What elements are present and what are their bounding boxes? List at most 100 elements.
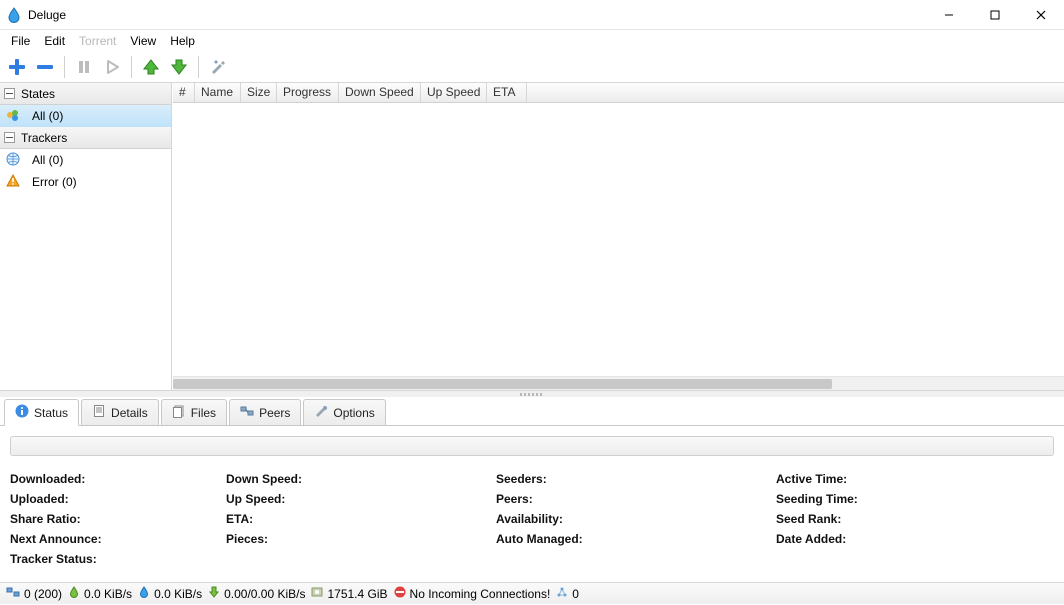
sidebar-states-label: States xyxy=(21,87,55,101)
status-down-value: 0.0 KiB/s xyxy=(84,587,132,601)
sidebar-trackers-all[interactable]: All (0) xyxy=(0,149,171,171)
statusbar: 0 (200) 0.0 KiB/s 0.0 KiB/s 0.00/0.00 Ki… xyxy=(0,582,1064,604)
sidebar: States All (0) Trackers All (0) Error (0… xyxy=(0,83,172,390)
status-up[interactable]: 0.0 KiB/s xyxy=(138,586,202,601)
menu-view[interactable]: View xyxy=(123,32,163,50)
toolbar-separator xyxy=(64,56,65,78)
resume-button[interactable] xyxy=(99,54,125,80)
tab-peers-label: Peers xyxy=(259,406,290,420)
field-downloaded: Downloaded: xyxy=(10,472,226,486)
status-warning-text: No Incoming Connections! xyxy=(410,587,551,601)
status-dht-value: 0 xyxy=(572,587,579,601)
no-entry-icon xyxy=(394,586,406,601)
field-seeders: Seeders: xyxy=(496,472,776,486)
menu-torrent: Torrent xyxy=(72,32,123,50)
field-eta: ETA: xyxy=(226,512,496,526)
sidebar-trackers-all-label: All (0) xyxy=(32,153,63,167)
tab-peers[interactable]: Peers xyxy=(229,399,301,425)
sidebar-trackers-error[interactable]: Error (0) xyxy=(0,171,171,193)
field-next-announce: Next Announce: xyxy=(10,532,226,546)
toolbar-separator xyxy=(131,56,132,78)
menu-file[interactable]: File xyxy=(4,32,37,50)
sidebar-states-header[interactable]: States xyxy=(0,83,171,105)
sidebar-states-all[interactable]: All (0) xyxy=(0,105,171,127)
field-date-added: Date Added: xyxy=(776,532,1054,546)
options-icon xyxy=(314,404,328,421)
progress-bar xyxy=(10,436,1054,456)
detail-tabs: Status Details Files Peers Options xyxy=(0,397,1064,425)
column-downspeed[interactable]: Down Speed xyxy=(339,83,421,102)
torrent-list-body[interactable] xyxy=(173,103,1064,390)
toolbar xyxy=(0,52,1064,82)
status-warning[interactable]: No Incoming Connections! xyxy=(394,586,551,601)
status-protocol[interactable]: 0.00/0.00 KiB/s xyxy=(208,586,305,601)
status-disk-value: 1751.4 GiB xyxy=(327,587,387,601)
field-share-ratio: Share Ratio: xyxy=(10,512,226,526)
queue-down-button[interactable] xyxy=(166,54,192,80)
error-icon xyxy=(6,174,26,191)
pause-button[interactable] xyxy=(71,54,97,80)
column-num[interactable]: # xyxy=(173,83,195,102)
field-uploaded: Uploaded: xyxy=(10,492,226,506)
splitter-handle[interactable] xyxy=(0,390,1064,397)
torrent-list: # Name Size Progress Down Speed Up Speed… xyxy=(172,83,1064,390)
close-button[interactable] xyxy=(1018,0,1064,30)
app-icon xyxy=(6,7,22,23)
status-dht[interactable]: 0 xyxy=(556,586,579,601)
queue-up-button[interactable] xyxy=(138,54,164,80)
tab-files-label: Files xyxy=(191,406,216,420)
menubar: File Edit Torrent View Help xyxy=(0,30,1064,52)
column-name[interactable]: Name xyxy=(195,83,241,102)
tab-status[interactable]: Status xyxy=(4,399,79,426)
field-seed-rank: Seed Rank: xyxy=(776,512,1054,526)
column-spacer xyxy=(527,83,1064,102)
files-icon xyxy=(172,404,186,421)
tab-details[interactable]: Details xyxy=(81,399,159,425)
field-down-speed: Down Speed: xyxy=(226,472,496,486)
dht-icon xyxy=(556,586,568,601)
window-title: Deluge xyxy=(28,8,66,22)
sidebar-trackers-error-label: Error (0) xyxy=(32,175,77,189)
all-icon xyxy=(6,108,26,125)
status-connections-value: 0 (200) xyxy=(24,587,62,601)
field-seeding-time: Seeding Time: xyxy=(776,492,1054,506)
status-disk[interactable]: 1751.4 GiB xyxy=(311,586,387,601)
horizontal-scrollbar[interactable] xyxy=(173,376,1064,390)
column-progress[interactable]: Progress xyxy=(277,83,339,102)
add-torrent-button[interactable] xyxy=(4,54,30,80)
field-auto-managed: Auto Managed: xyxy=(496,532,776,546)
down-drop-icon xyxy=(68,586,80,601)
sidebar-trackers-header[interactable]: Trackers xyxy=(0,127,171,149)
globe-icon xyxy=(6,152,26,169)
status-connections[interactable]: 0 (200) xyxy=(6,585,62,602)
status-up-value: 0.0 KiB/s xyxy=(154,587,202,601)
column-upspeed[interactable]: Up Speed xyxy=(421,83,487,102)
sidebar-states-all-label: All (0) xyxy=(32,109,63,123)
field-active-time: Active Time: xyxy=(776,472,1054,486)
disk-icon xyxy=(311,586,323,601)
column-header: # Name Size Progress Down Speed Up Speed… xyxy=(173,83,1064,103)
info-icon xyxy=(15,404,29,421)
tab-details-label: Details xyxy=(111,406,148,420)
maximize-button[interactable] xyxy=(972,0,1018,30)
column-eta[interactable]: ETA xyxy=(487,83,527,102)
column-size[interactable]: Size xyxy=(241,83,277,102)
status-protocol-value: 0.00/0.00 KiB/s xyxy=(224,587,305,601)
menu-help[interactable]: Help xyxy=(163,32,202,50)
field-peers: Peers: xyxy=(496,492,776,506)
document-icon xyxy=(92,404,106,421)
menu-edit[interactable]: Edit xyxy=(37,32,72,50)
remove-torrent-button[interactable] xyxy=(32,54,58,80)
peers-icon xyxy=(240,404,254,421)
tab-files[interactable]: Files xyxy=(161,399,227,425)
status-fields: Downloaded: Down Speed: Seeders: Active … xyxy=(10,472,1054,566)
up-drop-icon xyxy=(138,586,150,601)
field-pieces: Pieces: xyxy=(226,532,496,546)
preferences-button[interactable] xyxy=(205,54,231,80)
status-down[interactable]: 0.0 KiB/s xyxy=(68,586,132,601)
scrollbar-thumb[interactable] xyxy=(173,379,832,389)
tab-options[interactable]: Options xyxy=(303,399,385,425)
minimize-button[interactable] xyxy=(926,0,972,30)
field-up-speed: Up Speed: xyxy=(226,492,496,506)
field-tracker-status: Tracker Status: xyxy=(10,552,226,566)
